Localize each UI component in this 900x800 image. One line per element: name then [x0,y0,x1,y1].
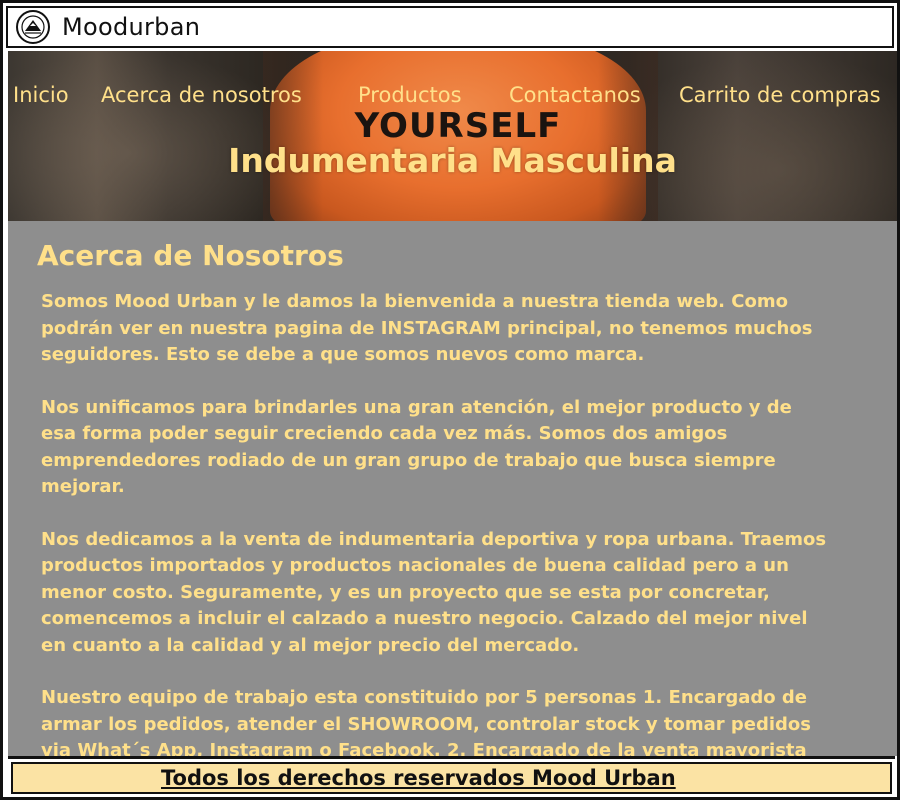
about-section: Acerca de Nosotros Somos Mood Urban y le… [8,221,897,756]
about-paragraph: Nos dedicamos a la venta de indumentaria… [41,528,827,656]
site-title: Moodurban [62,13,201,41]
about-text: Somos Mood Urban y le damos la bienvenid… [41,289,831,756]
nav-item-productos[interactable]: Productos [358,83,462,107]
footer-copyright: Todos los derechos reservados Mood Urban [161,766,676,790]
title-bar: Moodurban [6,6,894,48]
nav-item-carrito[interactable]: Carrito de compras [679,83,881,107]
nav-item-contactanos[interactable]: Contactanos [509,83,641,107]
hoodie-print-text: YOURSELF [354,106,562,146]
hero-title: Indumentaria Masculina [228,141,677,180]
about-paragraph: Nos unificamos para brindarles una gran … [41,396,792,498]
footer: Todos los derechos reservados Mood Urban [8,756,895,797]
about-paragraph: Somos Mood Urban y le damos la bienvenid… [41,291,813,365]
mountain-logo-icon[interactable] [16,10,50,44]
hero-banner: YOURSELF Inicio Acerca de nosotros Produ… [8,51,897,221]
nav-item-inicio[interactable]: Inicio [13,83,69,107]
about-paragraph: Nuestro equipo de trabajo esta constitui… [41,687,812,756]
nav-item-acerca[interactable]: Acerca de nosotros [101,83,302,107]
section-title: Acerca de Nosotros [37,239,344,272]
footer-bar: Todos los derechos reservados Mood Urban [11,762,892,794]
browser-frame: Moodurban YOURSELF Inicio Acerca de noso… [0,0,900,800]
